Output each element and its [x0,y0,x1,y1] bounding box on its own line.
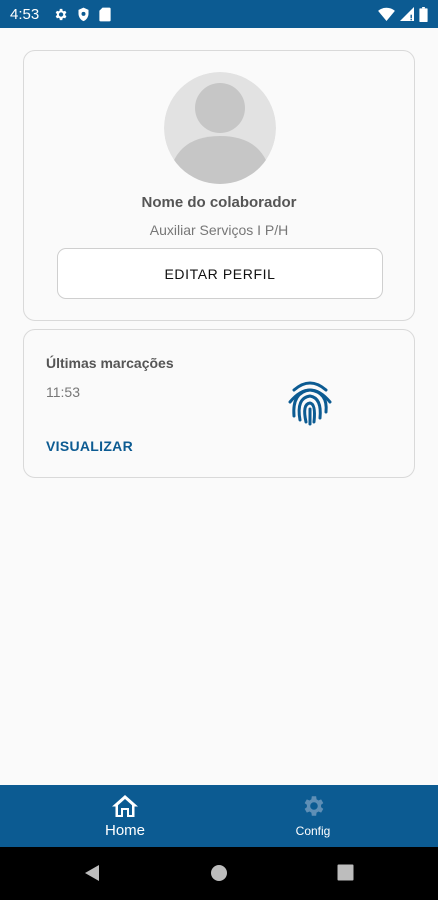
latest-marks-title: Últimas marcações [46,355,174,371]
employee-name: Nome do colaborador [141,194,297,211]
profile-card: Nome do colaborador Auxiliar Serviços I … [23,50,415,321]
signal-icon [400,7,414,21]
view-marks-button[interactable]: VISUALIZAR [46,438,133,454]
fingerprint-icon [286,378,334,426]
status-time: 4:53 [10,5,40,23]
employee-role: Auxiliar Serviços I P/H [149,222,289,238]
status-bar: 4:53 [0,0,438,28]
home-icon [111,793,139,819]
status-right-icons [378,6,428,22]
nav-home[interactable]: Home [85,785,165,847]
shield-icon [77,7,90,22]
sd-card-icon [99,7,111,22]
latest-marks-card: Últimas marcações 11:53 VISUALIZAR [23,329,415,478]
battery-icon [419,6,428,22]
home-circle-icon[interactable] [210,864,228,887]
gear-icon [300,793,326,819]
nav-config[interactable]: Config [273,785,353,847]
edit-profile-button[interactable]: EDITAR PERFIL [57,248,383,299]
latest-mark-time: 11:53 [46,384,80,400]
gear-icon [53,7,68,22]
person-placeholder-icon [164,72,276,184]
recents-icon[interactable] [337,864,354,886]
back-icon[interactable] [84,864,100,887]
nav-config-label: Config [295,824,331,838]
status-left-icons [53,7,111,22]
nav-home-label: Home [104,822,145,839]
system-nav-bar [0,847,438,900]
bottom-nav: Home Config [0,785,438,847]
wifi-icon [378,7,395,21]
